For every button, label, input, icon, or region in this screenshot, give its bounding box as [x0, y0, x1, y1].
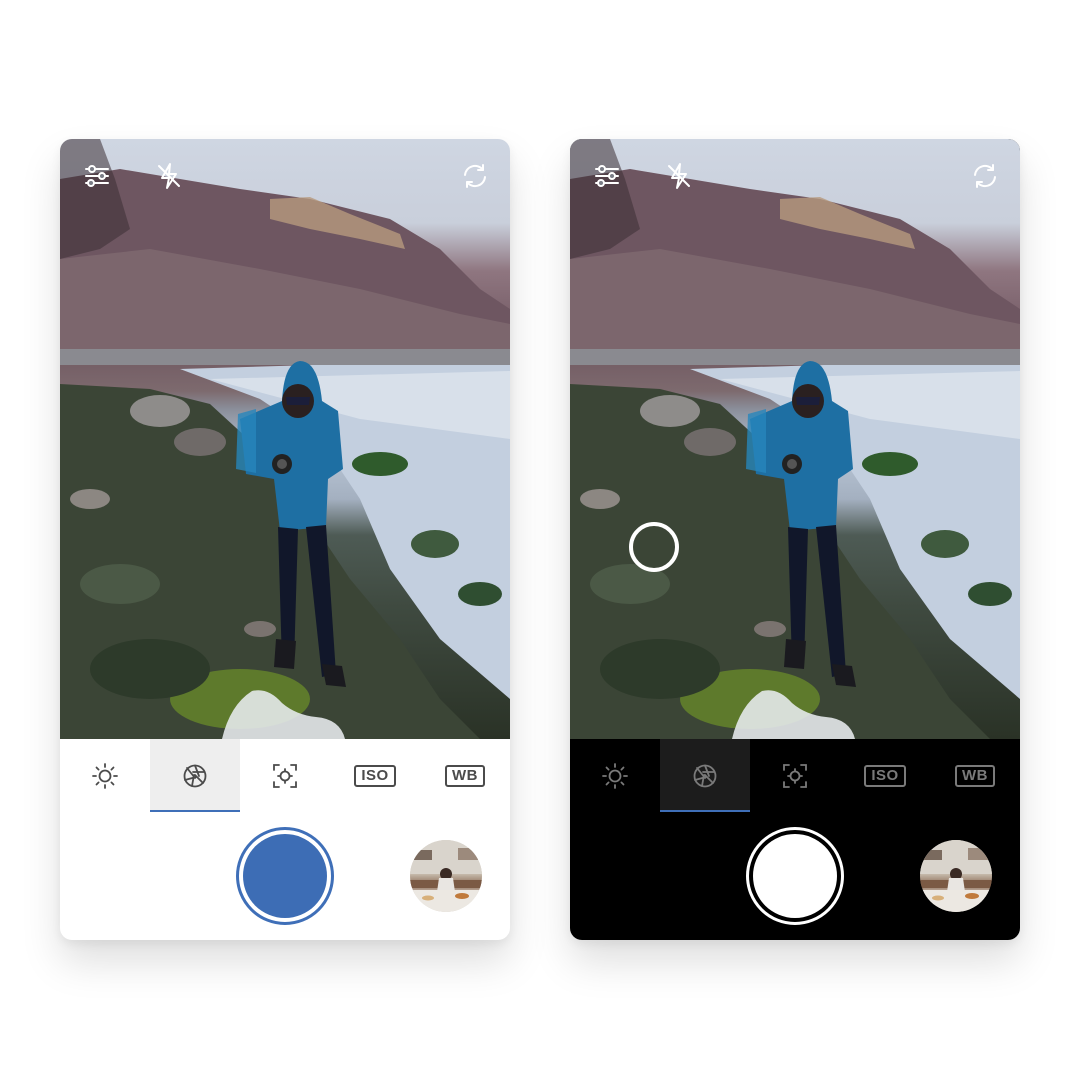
gallery-thumbnail[interactable] — [410, 840, 482, 912]
focus-icon — [783, 763, 807, 788]
aperture-icon — [183, 764, 207, 787]
aperture-tool[interactable] — [660, 739, 750, 812]
white-balance-tool[interactable]: WB — [930, 739, 1020, 812]
gallery-thumbnail[interactable] — [920, 840, 992, 912]
iso-tool[interactable]: ISO — [840, 739, 930, 812]
camera-toolbar: ISO WB — [60, 739, 510, 812]
sliders-icon[interactable] — [592, 161, 622, 191]
switch-camera-icon[interactable] — [460, 161, 490, 191]
switch-camera-icon[interactable] — [970, 161, 1000, 191]
aperture-icon — [693, 764, 717, 787]
viewfinder[interactable] — [570, 139, 1020, 739]
aperture-tool[interactable] — [150, 739, 240, 812]
brightness-icon — [92, 762, 118, 789]
shutter-button[interactable] — [236, 827, 334, 925]
camera-toolbar: ISO WB — [570, 739, 1020, 812]
camera-screen-dark: ISO WB — [570, 139, 1020, 940]
iso-tool[interactable]: ISO — [330, 739, 420, 812]
iso-icon: ISO — [354, 764, 396, 787]
sliders-icon[interactable] — [82, 161, 112, 191]
flash-off-icon[interactable] — [664, 161, 694, 191]
iso-icon: ISO — [864, 764, 906, 787]
brightness-icon — [602, 762, 628, 789]
focus-tool[interactable] — [240, 739, 330, 812]
white-balance-tool[interactable]: WB — [420, 739, 510, 812]
brightness-tool[interactable] — [570, 739, 660, 812]
camera-screen-light: ISO WB — [60, 139, 510, 940]
flash-off-icon[interactable] — [154, 161, 184, 191]
focus-icon — [273, 763, 297, 788]
viewfinder-photo — [60, 139, 510, 739]
viewfinder-photo — [570, 139, 1020, 739]
shutter-button[interactable] — [746, 827, 844, 925]
focus-tool[interactable] — [750, 739, 840, 812]
brightness-tool[interactable] — [60, 739, 150, 812]
focus-ring[interactable] — [629, 522, 679, 572]
viewfinder[interactable] — [60, 139, 510, 739]
white-balance-icon: WB — [955, 764, 995, 787]
white-balance-icon: WB — [445, 764, 485, 787]
